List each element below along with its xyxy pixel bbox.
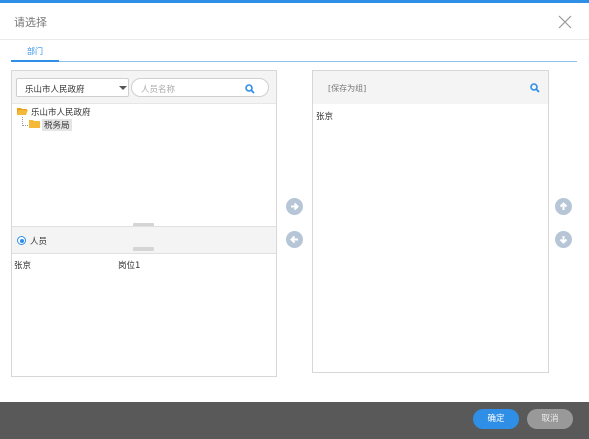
selected-panel: [保存为组] 张京: [312, 70, 549, 373]
folder-icon: [29, 120, 40, 128]
person-name: 张京: [14, 261, 32, 271]
tab-bar-line: [11, 61, 577, 62]
top-accent-bar: [0, 0, 589, 3]
department-tree: 乐山市人民政府 税务局: [12, 105, 276, 225]
person-radio-label: 人员: [30, 237, 48, 247]
active-tab-indicator: [11, 60, 59, 62]
confirm-button[interactable]: 确定: [473, 409, 519, 429]
dialog-title: 请选择: [14, 16, 47, 29]
close-icon[interactable]: [558, 15, 572, 29]
department-select[interactable]: 乐山市人民政府: [16, 78, 129, 97]
header-divider: [0, 39, 589, 40]
folder-open-icon: [17, 107, 28, 115]
move-down-button[interactable]: [555, 231, 572, 248]
selected-list-item[interactable]: 张京: [316, 110, 333, 122]
add-to-selected-button[interactable]: [286, 198, 303, 215]
arrow-down-icon: [559, 236, 568, 244]
department-toolbar: 乐山市人民政府 人员名称: [12, 71, 276, 104]
department-select-value: 乐山市人民政府: [25, 85, 85, 95]
save-as-group-link[interactable]: [保存为组]: [328, 83, 366, 94]
remove-from-selected-button[interactable]: [286, 231, 303, 248]
person-search-placeholder: 人员名称: [141, 85, 176, 95]
chevron-down-icon: [119, 86, 127, 90]
person-search-input[interactable]: 人员名称: [131, 78, 269, 97]
dialog-footer: 确定 取消: [0, 402, 589, 439]
cancel-button[interactable]: 取消: [527, 409, 573, 429]
splitter-handle[interactable]: [133, 247, 154, 251]
tree-node-label: 乐山市人民政府: [31, 108, 91, 118]
person-position: 岗位1: [118, 261, 141, 271]
search-icon[interactable]: [245, 84, 255, 94]
search-icon[interactable]: [530, 83, 540, 93]
tab-department[interactable]: 部门: [27, 46, 43, 57]
move-up-button[interactable]: [555, 198, 572, 215]
person-radio[interactable]: [17, 236, 26, 245]
selected-toolbar: [保存为组]: [313, 71, 548, 104]
department-panel: 乐山市人民政府 人员名称 乐山市人民政府 税务局 人员 张京 岗位1: [11, 70, 277, 377]
arrow-up-icon: [559, 202, 568, 210]
person-list-item[interactable]: 张京 岗位1: [12, 259, 276, 273]
arrow-left-icon: [290, 235, 298, 244]
arrow-right-icon: [291, 202, 299, 211]
tree-node-label: 税务局: [42, 119, 72, 131]
